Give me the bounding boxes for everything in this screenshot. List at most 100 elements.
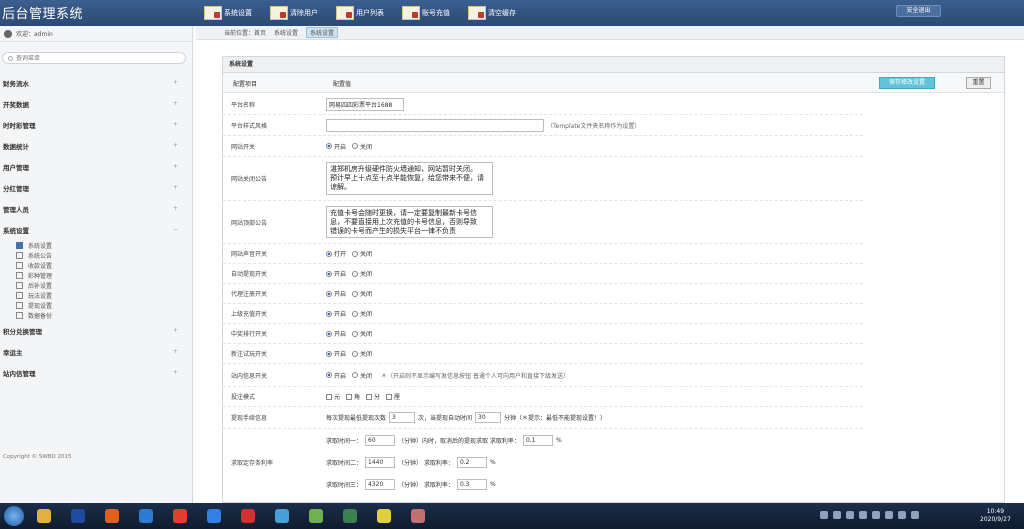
submenu-payment[interactable]: 收款设置 xyxy=(0,260,192,270)
radio-off[interactable]: 关闭 xyxy=(352,371,372,380)
submenu-system-settings[interactable]: 系统设置 xyxy=(0,240,192,250)
sidebar-item-finance[interactable]: 财务流水 + xyxy=(0,72,192,93)
payout-time-1[interactable] xyxy=(365,434,396,446)
sidebar-item-users[interactable]: 用户管理 + xyxy=(0,156,192,177)
withdraw-count-input[interactable] xyxy=(389,412,416,423)
tray-icon[interactable] xyxy=(859,511,867,519)
taskbar-app-icon[interactable] xyxy=(132,506,160,526)
taskbar-app-icon[interactable] xyxy=(200,506,228,526)
sidebar-item-messages[interactable]: 站内信管理 + xyxy=(0,362,192,383)
app-glyph-icon xyxy=(207,509,221,523)
reset-button[interactable]: 重置 xyxy=(966,77,991,89)
radio-off[interactable]: 关闭 xyxy=(352,289,372,298)
radio-on[interactable]: 开启 xyxy=(326,371,346,380)
radio-icon xyxy=(352,250,359,257)
taskbar-app-icon[interactable] xyxy=(404,506,432,526)
sidebar-item-admins[interactable]: 管理人员 + xyxy=(0,198,192,219)
radio-on[interactable]: 开启 xyxy=(326,349,346,358)
submenu-data-backup[interactable]: 数据备份 xyxy=(0,310,192,320)
sidebar-item-statistics[interactable]: 数据统计 + xyxy=(0,135,192,156)
radio-off[interactable]: 关闭 xyxy=(352,249,372,258)
submenu-lottery-types[interactable]: 彩种管理 xyxy=(0,270,192,280)
mode-fen[interactable]: 分 xyxy=(366,392,380,401)
mode-jiao[interactable]: 角 xyxy=(346,392,360,401)
radio-on[interactable]: 开启 xyxy=(326,309,346,318)
sidebar-item-points[interactable]: 积分兑换管理 + xyxy=(0,320,192,341)
payout-rate-1[interactable] xyxy=(522,434,553,446)
top-notice-textarea[interactable]: 充值卡号会随时更换，请一定要复制最新卡号信息，不要直接用上次充值的卡号信息，否则… xyxy=(326,206,493,238)
radio-on[interactable]: 打开 xyxy=(326,249,346,258)
mode-li[interactable]: 厘 xyxy=(386,392,400,401)
row-label: 网站开关 xyxy=(231,143,256,151)
tray-icon[interactable] xyxy=(885,511,893,519)
taskbar-app-icon[interactable] xyxy=(234,506,262,526)
doc-icon xyxy=(16,281,23,289)
topnav-system-settings[interactable]: 系统设置 xyxy=(204,3,252,23)
crumb-home[interactable]: 当前位置：首页 xyxy=(224,28,266,37)
sidebar-item-system[interactable]: 系统设置 − xyxy=(0,219,192,240)
topnav-recharge[interactable]: 账号充值 xyxy=(402,3,450,23)
checkbox-icon xyxy=(326,393,332,400)
radio-icon xyxy=(326,350,332,357)
tray-icon[interactable] xyxy=(911,511,919,519)
menu-search[interactable] xyxy=(2,52,186,64)
breadcrumb: 当前位置：首页 系统设置 系统设置 xyxy=(196,26,1024,40)
topnav-user-list[interactable]: 用户列表 xyxy=(336,3,384,23)
payout-rate-2[interactable] xyxy=(456,456,487,468)
mode-yuan[interactable]: 元 xyxy=(326,392,340,401)
taskbar-app-icon[interactable] xyxy=(370,506,398,526)
row-label: 平台名称 xyxy=(231,101,256,109)
sidebar-item-dividend[interactable]: 分红管理 + xyxy=(0,177,192,198)
app-glyph-icon xyxy=(241,509,255,523)
start-button[interactable] xyxy=(4,506,24,526)
tray-icon[interactable] xyxy=(846,511,854,519)
tray-icon[interactable] xyxy=(833,511,841,519)
table-row: 自动提现开关 开启 关闭 xyxy=(223,264,863,284)
submenu-withdraw-settings[interactable]: 提现设置 xyxy=(0,300,192,310)
taskbar-app-icon[interactable] xyxy=(166,506,194,526)
taskbar-app-icon[interactable] xyxy=(30,506,58,526)
clock[interactable]: 10:49 2020/9/27 xyxy=(980,508,1011,524)
logout-button[interactable]: 安全退出 xyxy=(896,5,941,17)
radio-on[interactable]: 开启 xyxy=(326,289,346,298)
taskbar-app-icon[interactable] xyxy=(336,506,364,526)
radio-on[interactable]: 开启 xyxy=(326,142,346,151)
radio-off[interactable]: 关闭 xyxy=(352,329,372,338)
taskbar-app-icon[interactable] xyxy=(98,506,126,526)
menu-search-input[interactable] xyxy=(16,54,166,62)
tray-icon[interactable] xyxy=(898,511,906,519)
site-name-input[interactable] xyxy=(326,97,404,111)
submenu-announcements[interactable]: 系统公告 xyxy=(0,250,192,260)
taskbar-app-icon[interactable] xyxy=(64,506,92,526)
topnav-clear-cache[interactable]: 清空缓存 xyxy=(468,3,516,23)
sidebar-item-lottery-data[interactable]: 开奖数据 + xyxy=(0,93,192,114)
tray-icon[interactable] xyxy=(872,511,880,519)
payout-time-3[interactable] xyxy=(365,478,396,490)
submenu-backup-settings[interactable]: 后补设置 xyxy=(0,280,192,290)
payout-time-2[interactable] xyxy=(365,456,396,468)
checkbox-icon xyxy=(386,393,393,400)
sidebar-item-lucky[interactable]: 幸运主 + xyxy=(0,341,192,362)
withdraw-time-input[interactable] xyxy=(475,412,502,423)
table-row: 站内信息开关 开启 关闭 ＊（开启则不显示编写发信息按钮 普通个人可向用户和直接… xyxy=(223,364,863,387)
close-notice-textarea[interactable]: 湛郑机房升级硬件防火墙通知，网站暂时关闭。 预计早上十点至十点半能恢复，给您带来… xyxy=(326,162,493,195)
radio-off[interactable]: 关闭 xyxy=(352,309,372,318)
radio-on[interactable]: 开启 xyxy=(326,269,346,278)
radio-off[interactable]: 关闭 xyxy=(352,142,372,151)
crumb-system[interactable]: 系统设置 xyxy=(274,28,298,37)
collapse-icon: − xyxy=(172,226,178,233)
submenu-play-settings[interactable]: 玩法设置 xyxy=(0,290,192,300)
template-input[interactable] xyxy=(326,118,544,132)
tray-icon[interactable] xyxy=(820,511,828,519)
row-label: 网站关闭公告 xyxy=(231,176,268,183)
topnav-clear-users[interactable]: 清除用户 xyxy=(270,3,318,23)
radio-off[interactable]: 关闭 xyxy=(352,349,372,358)
taskbar-app-icon[interactable] xyxy=(302,506,330,526)
payout-rate-3[interactable] xyxy=(456,478,487,490)
radio-off[interactable]: 关闭 xyxy=(352,269,372,278)
taskbar-app-icon[interactable] xyxy=(268,506,296,526)
radio-on[interactable]: 开启 xyxy=(326,329,346,338)
sidebar-item-ssc[interactable]: 时时彩管理 + xyxy=(0,114,192,135)
save-button[interactable]: 保存修改设置 xyxy=(879,77,935,89)
system-tray xyxy=(820,511,924,519)
